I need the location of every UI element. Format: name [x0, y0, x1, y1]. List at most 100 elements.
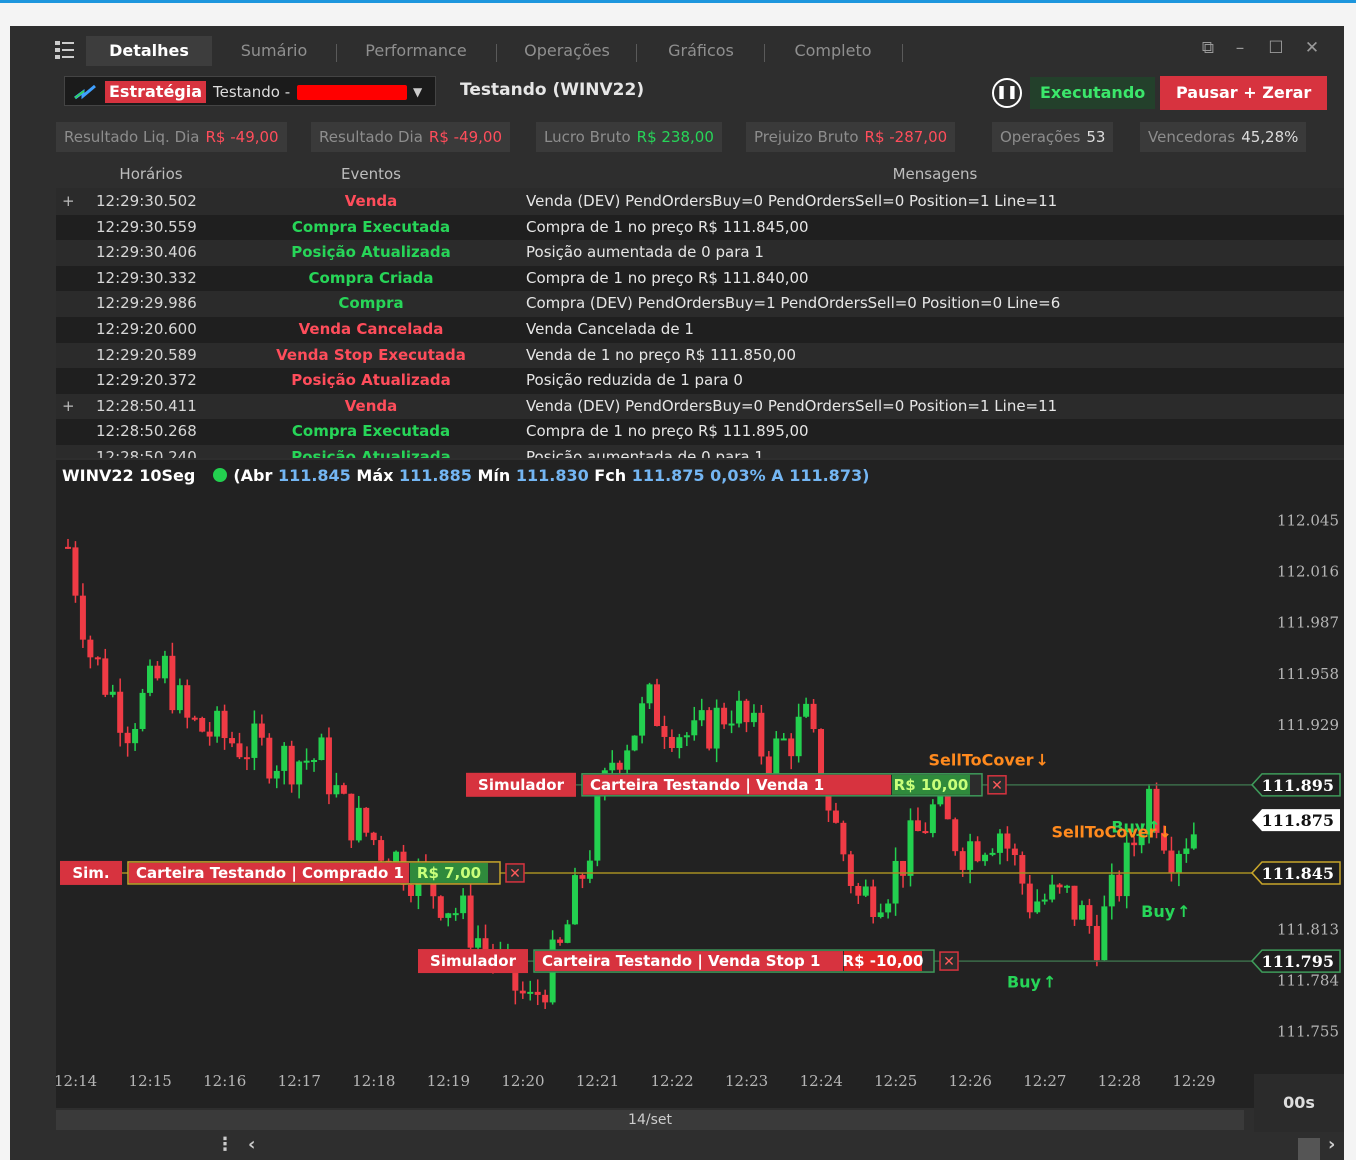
candle-body: [325, 737, 332, 795]
tab-graficos[interactable]: Gráficos: [646, 36, 756, 66]
candle-body: [147, 665, 154, 693]
candle-body: [698, 710, 705, 721]
row-time: 12:28:50.411: [96, 396, 197, 415]
tab-detalhes[interactable]: Detalhes: [86, 36, 212, 66]
row-message: Posição aumentada de 0 para 1: [526, 243, 764, 262]
chevron-left-icon[interactable]: ‹: [248, 1134, 255, 1155]
table-row[interactable]: 12:29:20.600 Venda Cancelada Venda Cancela…: [56, 317, 1344, 343]
pause-and-reset-button[interactable]: Pausar + Zerar: [1160, 76, 1328, 110]
candle-body: [885, 903, 892, 913]
more-icon[interactable]: ⋮: [216, 1134, 234, 1155]
candle-body: [1168, 850, 1175, 873]
stat-value: R$ -287,00: [864, 128, 948, 146]
candle-body: [870, 886, 877, 917]
y-tick-label: 111.929: [1277, 716, 1339, 734]
chevron-down-icon[interactable]: ▼: [413, 81, 422, 103]
x-tick-label: 12:20: [501, 1072, 544, 1090]
chevron-right-icon[interactable]: ›: [1328, 1134, 1335, 1155]
candle-body: [79, 595, 86, 640]
row-message: Compra de 1 no preço R$ 111.895,00: [526, 422, 809, 441]
candle-body: [728, 723, 735, 726]
candle-body: [877, 912, 884, 917]
candle-body: [892, 860, 899, 904]
pause-icon[interactable]: ❚❚: [992, 78, 1022, 108]
table-row[interactable]: 12:29:29.986 Compra Compra (DEV) PendOrder…: [56, 291, 1344, 317]
row-event: Venda Cancelada: [298, 320, 444, 338]
table-row[interactable]: 12:28:50.240 Posição Atualizada Posição au…: [56, 445, 1344, 458]
position-label: Carteira Testando | Venda 1: [590, 776, 824, 795]
candle-body: [996, 833, 1003, 853]
price-chart[interactable]: WINV22 10Seg (Abr 111.845 Máx 111.885 Mín…: [56, 460, 1344, 1108]
maximize-icon[interactable]: ☐: [1264, 38, 1288, 58]
close-icon[interactable]: ✕: [1300, 38, 1324, 58]
close-order-glyph[interactable]: ✕: [509, 866, 521, 882]
candle-body: [855, 885, 862, 896]
close-order-glyph[interactable]: ✕: [943, 954, 955, 970]
table-row[interactable]: +12:28:50.411 Venda Venda (DEV) PendOrders…: [56, 394, 1344, 420]
row-event: Compra Executada: [291, 217, 451, 236]
column-header-mensagens[interactable]: Mensagens: [526, 165, 1344, 183]
candle-body: [452, 913, 459, 916]
candle-body: [683, 735, 690, 738]
strategy-name: Testando -: [213, 83, 291, 101]
window-accent-line: [0, 0, 1356, 3]
row-message: Posição aumentada de 0 para 1: [526, 448, 764, 458]
scroll-left-control[interactable]: ⋮ ‹: [216, 1134, 269, 1155]
expand-icon[interactable]: +: [62, 394, 75, 419]
pnl-label: R$ 7,00: [417, 864, 481, 882]
undock-icon[interactable]: ⧉: [1196, 38, 1220, 58]
candle-body: [184, 685, 191, 718]
tab-separator: [336, 44, 337, 62]
table-row[interactable]: 12:29:30.332 Compra Criada Compra de 1 no …: [56, 265, 1344, 292]
tab-performance[interactable]: Performance: [346, 36, 486, 66]
candle-body: [266, 737, 273, 779]
table-row[interactable]: 12:28:50.268 Compra Executada Compra de 1 …: [56, 419, 1344, 445]
table-row[interactable]: 12:29:30.406 Posição Atualizada Posição au…: [56, 240, 1344, 266]
candle-body: [87, 639, 94, 658]
candle-body: [959, 851, 966, 870]
candle-body: [527, 991, 534, 994]
tab-sumario[interactable]: Sumário: [222, 36, 326, 66]
candle-body: [72, 547, 79, 596]
candle-body: [467, 895, 474, 948]
expand-icon[interactable]: +: [62, 189, 75, 214]
x-tick-label: 12:25: [874, 1072, 917, 1090]
candle-body: [348, 793, 355, 841]
timeframe-button[interactable]: 00s: [1254, 1074, 1344, 1132]
row-event: Venda Stop Executada: [276, 345, 466, 364]
candle-body: [437, 896, 444, 918]
close-order-glyph[interactable]: ✕: [991, 778, 1003, 794]
candle-body: [251, 723, 258, 758]
row-message: Compra de 1 no preço R$ 111.845,00: [526, 217, 809, 236]
candle-body: [355, 807, 362, 841]
candle-body: [937, 796, 944, 805]
table-row[interactable]: 12:29:20.372 Posição Atualizada Posição re…: [56, 368, 1344, 394]
candle-body: [139, 692, 146, 729]
x-tick-label: 12:17: [278, 1072, 321, 1090]
table-row[interactable]: 12:29:30.559 Compra Executada Compra de 1 …: [56, 214, 1344, 241]
stat-value: 45,28%: [1241, 128, 1299, 146]
x-tick-label: 12:23: [725, 1072, 768, 1090]
candle-body: [1093, 925, 1100, 961]
tab-operacoes[interactable]: Operações: [506, 36, 628, 66]
x-tick-label: 12:27: [1023, 1072, 1066, 1090]
candle-body: [311, 760, 318, 763]
column-header-eventos[interactable]: Eventos: [216, 165, 526, 183]
candle-body: [1071, 885, 1078, 920]
table-row[interactable]: +12:29:30.502 Venda Venda (DEV) PendOrders…: [56, 189, 1344, 215]
candle-body: [206, 731, 213, 737]
row-message: Venda de 1 no preço R$ 111.850,00: [526, 345, 796, 364]
candle-body: [221, 710, 228, 739]
x-tick-label: 12:14: [56, 1072, 97, 1090]
x-tick-label: 12:21: [576, 1072, 619, 1090]
scrollbar-thumb[interactable]: [1298, 1138, 1320, 1160]
redaction-bar: [297, 85, 407, 100]
candle-body: [691, 720, 698, 736]
strategy-selector[interactable]: Estratégia Testando - ▼: [64, 76, 436, 106]
tab-separator: [764, 44, 765, 62]
minimize-icon[interactable]: –: [1228, 38, 1252, 58]
menu-icon[interactable]: [54, 38, 76, 62]
tab-completo[interactable]: Completo: [774, 36, 892, 66]
chart-canvas[interactable]: 112.045 112.016 111.987 111.958 111.929 111.8…: [56, 460, 1344, 1108]
table-row[interactable]: 12:29:20.589 Venda Stop Executada Venda de…: [56, 343, 1344, 369]
